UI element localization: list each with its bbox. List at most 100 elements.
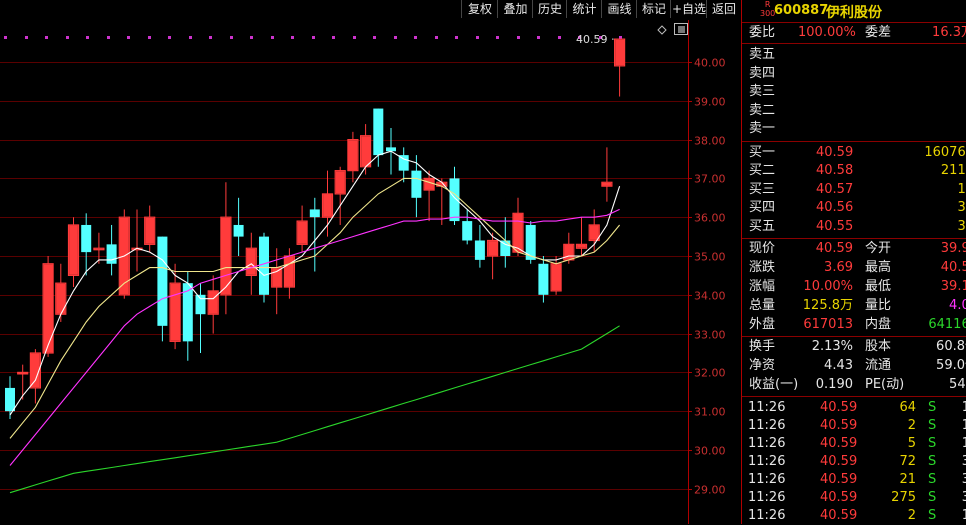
dotted-marker bbox=[353, 36, 356, 39]
candle-body-down bbox=[81, 224, 92, 253]
ask-label: 卖四 bbox=[749, 65, 776, 81]
quote-row: 涨幅 10.00% 最低 39.11 bbox=[742, 277, 966, 296]
tick-time: 11:26 bbox=[748, 436, 786, 451]
tick-price: 40.59 bbox=[820, 436, 858, 451]
candle-fill-up bbox=[513, 213, 523, 252]
order-diff-label: 委差 bbox=[865, 25, 892, 40]
candle-body-down bbox=[373, 108, 384, 156]
tick-row: 11:26 40.59 21 S 3 bbox=[742, 470, 966, 489]
tick-row: 11:26 40.59 5 S 1 bbox=[742, 434, 966, 453]
ask-label: 卖二 bbox=[749, 102, 776, 118]
dotted-marker bbox=[168, 36, 171, 39]
fundamental-label: 换手 bbox=[749, 339, 776, 354]
bid-price: 40.59 bbox=[816, 144, 854, 160]
dotted-marker bbox=[86, 36, 89, 39]
fundamental-value: 59.0亿 bbox=[936, 358, 966, 373]
candle-fill-up bbox=[602, 182, 612, 186]
bid-volume: 34 bbox=[957, 200, 966, 215]
quote-label: 量比 bbox=[865, 298, 892, 313]
order-ratio-row: 委比 100.00% 委差 16.3万 bbox=[742, 23, 966, 42]
toolbar-button-0[interactable]: 复权 bbox=[461, 0, 498, 18]
candle-fill-up bbox=[208, 291, 218, 314]
candle-body-down bbox=[462, 221, 473, 241]
toolbar-button-7[interactable]: 返回 bbox=[706, 0, 741, 18]
y-tick-label: 40.00 bbox=[694, 57, 726, 70]
dotted-marker bbox=[537, 36, 540, 39]
toolbar-button-4[interactable]: 画线 bbox=[601, 0, 637, 18]
quote-value: 125.8万 bbox=[802, 298, 853, 313]
fundamental-label: 收益(一) bbox=[749, 377, 799, 392]
dotted-marker bbox=[455, 36, 458, 39]
tick-count: 1 bbox=[961, 508, 966, 523]
tick-volume: 21 bbox=[899, 472, 916, 487]
toolbar-button-2[interactable]: 历史 bbox=[532, 0, 567, 18]
candle-body-down bbox=[233, 224, 244, 237]
toolbar-button-5[interactable]: 标记 bbox=[636, 0, 671, 18]
bid-row: 买五 40.55 35 bbox=[742, 217, 966, 236]
toolbar-button-1[interactable]: 叠加 bbox=[497, 0, 533, 18]
quote-value: 3.69 bbox=[824, 260, 853, 275]
dotted-marker bbox=[271, 36, 274, 39]
fundamental-row: 净资 4.43 流通 59.0亿 bbox=[742, 356, 966, 375]
y-tick-label: 35.00 bbox=[694, 251, 726, 264]
tick-row: 11:26 40.59 2 S 1 bbox=[742, 416, 966, 435]
candle-fill-up bbox=[335, 171, 345, 194]
quote-label: 总量 bbox=[749, 298, 776, 313]
badge-r: R bbox=[764, 0, 771, 9]
tick-volume: 2 bbox=[907, 418, 916, 433]
order-diff-value: 16.3万 bbox=[932, 25, 966, 40]
bid-price: 40.55 bbox=[816, 218, 854, 234]
toolbar-button-6[interactable]: +自选 bbox=[670, 0, 707, 18]
bid-volume: 35 bbox=[957, 218, 966, 234]
stock-header: R 300 600887 伊利股份 bbox=[742, 0, 966, 22]
bid-price: 40.56 bbox=[816, 200, 854, 215]
tick-side: S bbox=[928, 454, 937, 469]
tick-count: 3 bbox=[961, 472, 966, 487]
candle-fill-up bbox=[246, 248, 256, 275]
quote-row: 外盘 617013 内盘 641169 bbox=[742, 315, 966, 334]
last-price-label: 40.59 bbox=[576, 33, 608, 46]
panel-separator bbox=[742, 396, 966, 397]
y-tick-label: 31.00 bbox=[694, 406, 726, 419]
fundamental-value: 60.8亿 bbox=[936, 339, 966, 354]
bid-label: 买五 bbox=[749, 218, 776, 234]
tick-side: S bbox=[928, 508, 937, 523]
panel-separator bbox=[742, 140, 966, 142]
tick-price: 40.59 bbox=[820, 454, 858, 469]
tick-volume: 275 bbox=[891, 490, 916, 505]
bid-row: 买二 40.58 2115 bbox=[742, 161, 966, 180]
tick-time: 11:26 bbox=[748, 418, 786, 433]
tick-row: 11:26 40.59 64 S 1 bbox=[742, 398, 966, 417]
y-tick-label: 32.00 bbox=[694, 367, 726, 380]
fundamental-value: 4.43 bbox=[824, 358, 853, 373]
y-tick-label: 29.00 bbox=[694, 484, 726, 497]
bid-price: 40.58 bbox=[816, 163, 854, 178]
fundamental-label: 净资 bbox=[749, 358, 776, 373]
dotted-marker bbox=[312, 36, 315, 39]
quote-label: 涨跌 bbox=[749, 260, 776, 275]
tick-count: 1 bbox=[961, 436, 966, 451]
tick-row: 11:26 40.59 72 S 3 bbox=[742, 452, 966, 471]
dotted-marker bbox=[66, 36, 69, 39]
quote-value: 4.00 bbox=[949, 298, 966, 313]
dotted-marker bbox=[394, 36, 397, 39]
candle-body-down bbox=[106, 244, 117, 264]
ask-row: 卖三 bbox=[742, 82, 966, 101]
quote-value: 39.11 bbox=[940, 279, 966, 294]
bid-label: 买三 bbox=[749, 181, 776, 197]
candle-fill-up bbox=[551, 264, 561, 291]
kline-chart[interactable]: 40.00 39.00 38.00 37.00 36.00 35.00 34.00 33.00… bbox=[0, 0, 742, 524]
candle-fill-up bbox=[488, 241, 497, 256]
candle-body-down bbox=[5, 387, 15, 412]
quote-label: 涨幅 bbox=[749, 279, 776, 294]
fundamental-row: 换手 2.13% 股本 60.8亿 bbox=[742, 337, 966, 356]
toolbar-button-3[interactable]: 统计 bbox=[566, 0, 602, 18]
bid-label: 买四 bbox=[749, 200, 776, 215]
quote-value: 40.59 bbox=[815, 241, 853, 256]
stock-name: 伊利股份 bbox=[826, 5, 882, 21]
panel-toggle-inner bbox=[678, 26, 685, 33]
tick-price: 40.59 bbox=[820, 490, 858, 505]
bid-volume: 160769 bbox=[924, 144, 966, 160]
candle-body-down bbox=[474, 240, 485, 260]
dotted-marker bbox=[25, 36, 28, 39]
